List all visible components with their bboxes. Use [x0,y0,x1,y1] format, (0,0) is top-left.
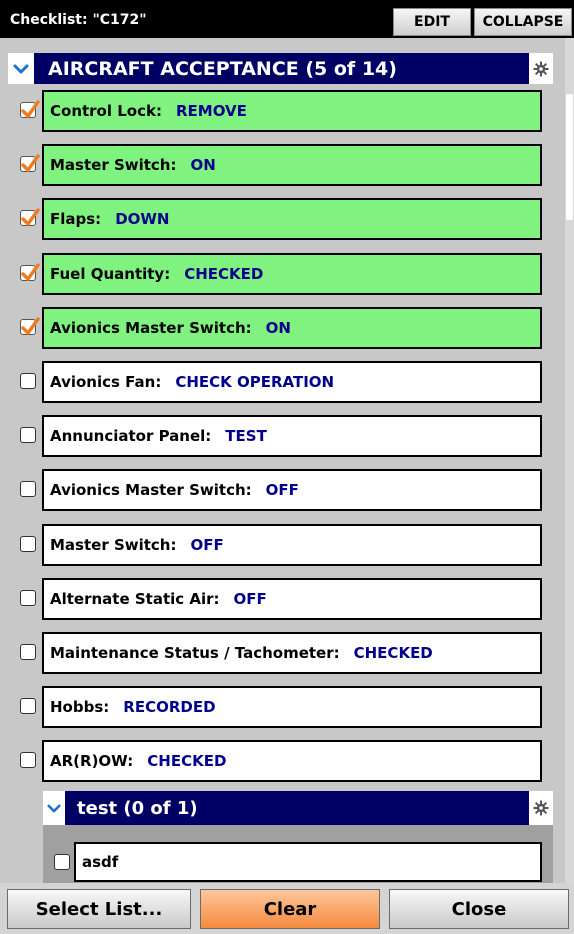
checkbox-checked[interactable] [20,208,40,226]
edit-button[interactable]: EDIT [393,8,471,36]
checkmark-icon [21,100,40,118]
item-box[interactable]: Maintenance Status / Tachometer: CHECKED [42,632,542,674]
item-label: Avionics Master Switch: [50,319,252,337]
checkbox-checked[interactable] [20,154,40,172]
checkbox-checked[interactable] [20,100,40,118]
list-item[interactable]: Flaps: DOWN [20,198,542,240]
list-item[interactable]: AR(R)OW: CHECKED [20,740,542,782]
checkbox-checked[interactable] [20,317,40,335]
item-box[interactable]: Avionics Master Switch: ON [42,307,542,349]
item-box[interactable]: Fuel Quantity: CHECKED [42,253,542,295]
item-label: Annunciator Panel: [50,427,212,445]
list-item[interactable]: Control Lock: REMOVE [20,90,542,132]
item-box[interactable]: Control Lock: REMOVE [42,90,542,132]
item-value: CHECKED [184,265,264,283]
list-item[interactable]: Avionics Master Switch: ON [20,307,542,349]
item-value: CHECKED [147,752,227,770]
item-label: Avionics Master Switch: [50,481,252,499]
chevron-down-icon[interactable] [43,791,65,825]
checkbox[interactable] [20,698,36,714]
item-box[interactable]: Master Switch: OFF [42,524,542,566]
list-item[interactable]: Hobbs: RECORDED [20,686,542,728]
checkmark-icon [21,154,40,172]
checkbox[interactable] [20,590,36,606]
item-box[interactable]: Master Switch: ON [42,144,542,186]
title-bar: Checklist: "C172" EDIT COLLAPSE [0,0,574,38]
item-value: DOWN [115,210,170,228]
item-label: Hobbs: [50,698,110,716]
gear-icon[interactable] [529,791,553,825]
item-box[interactable]: Flaps: DOWN [42,198,542,240]
item-label: Maintenance Status / Tachometer: [50,644,340,662]
footer-bar: Select List... Clear Close [0,883,574,934]
item-label: Fuel Quantity: [50,265,171,283]
checkbox[interactable] [20,644,36,660]
section-title: AIRCRAFT ACCEPTANCE (5 of 14) [48,57,397,80]
item-label: AR(R)OW: [50,752,134,770]
checkbox[interactable] [54,854,70,870]
checkbox[interactable] [20,752,36,768]
clear-button[interactable]: Clear [200,889,380,929]
item-value: ON [190,156,216,174]
checkbox[interactable] [20,427,36,443]
subsection-title: test (0 of 1) [77,797,198,819]
list-item[interactable]: Alternate Static Air: OFF [20,578,542,620]
checkbox-checked[interactable] [20,263,40,281]
item-box[interactable]: Avionics Master Switch: OFF [42,469,542,511]
item-box[interactable]: AR(R)OW: CHECKED [42,740,542,782]
checklist-title: Checklist: "C172" [10,12,147,28]
checkmark-icon [21,317,40,335]
checkmark-icon [21,263,40,281]
list-item[interactable]: Annunciator Panel: TEST [20,415,542,457]
item-label: Alternate Static Air: [50,590,220,608]
checklist-scroll-area[interactable]: AIRCRAFT ACCEPTANCE (5 of 14) Control Lo… [0,38,574,883]
chevron-down-icon[interactable] [8,53,34,84]
checkbox[interactable] [20,536,36,552]
item-value: OFF [265,481,299,499]
gear-icon[interactable] [529,53,553,84]
item-label: Avionics Fan: [50,373,162,391]
list-item[interactable]: asdf [54,842,542,882]
list-item[interactable]: Fuel Quantity: CHECKED [20,253,542,295]
select-list-button[interactable]: Select List... [7,889,191,929]
item-box[interactable]: asdf [74,842,542,882]
list-item[interactable]: Master Switch: OFF [20,524,542,566]
list-item[interactable]: Avionics Master Switch: OFF [20,469,542,511]
item-value: OFF [233,590,267,608]
collapse-button[interactable]: COLLAPSE [474,8,572,36]
item-label: asdf [82,853,119,871]
item-value: TEST [225,427,267,445]
item-value: CHECKED [353,644,433,662]
item-box[interactable]: Alternate Static Air: OFF [42,578,542,620]
checkbox[interactable] [20,481,36,497]
list-item[interactable]: Master Switch: ON [20,144,542,186]
item-box[interactable]: Hobbs: RECORDED [42,686,542,728]
section-header-test[interactable]: test (0 of 1) [43,791,553,825]
item-value: ON [265,319,291,337]
section-header-aircraft-acceptance[interactable]: AIRCRAFT ACCEPTANCE (5 of 14) [8,53,553,84]
checkbox[interactable] [20,373,36,389]
item-box[interactable]: Avionics Fan: CHECK OPERATION [42,361,542,403]
scrollbar-thumb[interactable] [566,94,573,220]
list-item[interactable]: Maintenance Status / Tachometer: CHECKED [20,632,542,674]
item-value: CHECK OPERATION [175,373,335,391]
item-label: Master Switch: [50,156,177,174]
item-value: REMOVE [175,102,247,120]
item-value: OFF [190,536,224,554]
list-item[interactable]: Avionics Fan: CHECK OPERATION [20,361,542,403]
close-button[interactable]: Close [389,889,569,929]
item-label: Flaps: [50,210,102,228]
item-label: Master Switch: [50,536,177,554]
item-value: RECORDED [123,698,216,716]
item-label: Control Lock: [50,102,162,120]
checkmark-icon [21,208,40,226]
item-box[interactable]: Annunciator Panel: TEST [42,415,542,457]
